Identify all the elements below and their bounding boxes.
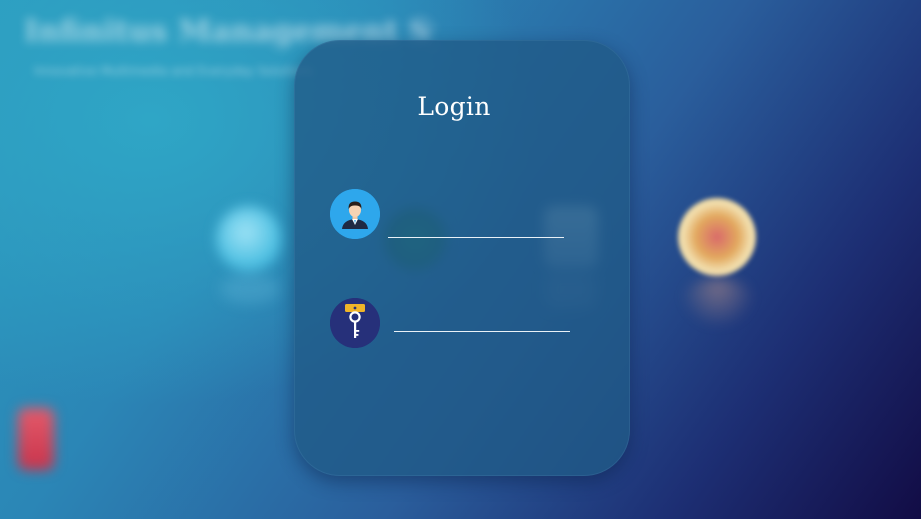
badge-icon[interactable] bbox=[678, 198, 756, 276]
battery-icon[interactable] bbox=[18, 408, 54, 470]
password-field[interactable] bbox=[394, 310, 570, 332]
browser-icon[interactable] bbox=[216, 206, 282, 272]
login-card: Login bbox=[294, 40, 630, 476]
badge-icon-reflection bbox=[682, 278, 754, 326]
login-title: Login bbox=[417, 92, 491, 121]
browser-icon-reflection bbox=[220, 274, 280, 304]
user-avatar-icon bbox=[330, 189, 380, 239]
username-field[interactable] bbox=[388, 216, 564, 238]
key-icon bbox=[330, 298, 380, 348]
